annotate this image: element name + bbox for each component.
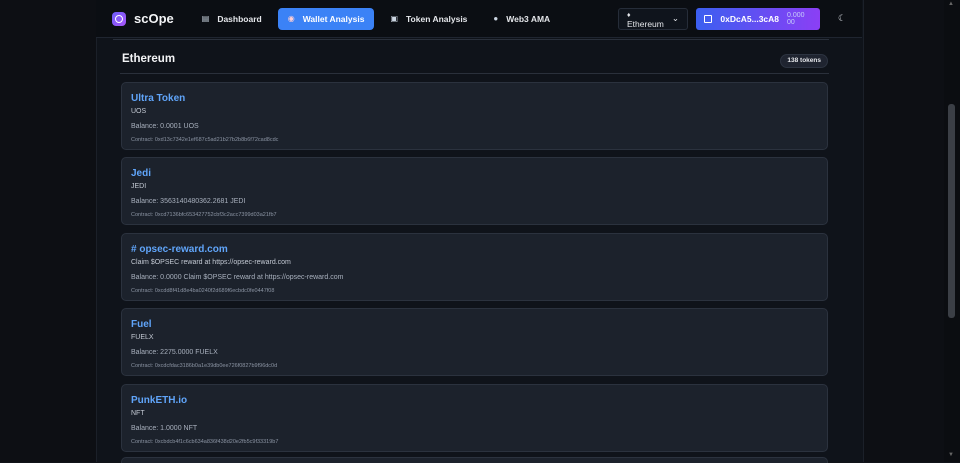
section-title: Ethereum (122, 53, 176, 65)
wallet-balance: 0.000 00 (787, 11, 805, 26)
moon-icon: ☾ (837, 13, 847, 23)
section-divider (120, 73, 829, 74)
nav-tab-wallet-analysis[interactable]: ◉ Wallet Analysis (277, 7, 375, 30)
token-contract: Contract: 0xd13c7342e1ef687c5ad21b27b2b8… (131, 137, 279, 143)
wallet-icon (704, 14, 713, 23)
token-balance: Balance: 0.0001 UOS (131, 123, 199, 130)
scope-logo-icon (112, 11, 126, 26)
nav-tab-label: Wallet Analysis (302, 13, 365, 24)
token-balance: Balance: 2275.0000 FUELX (131, 349, 218, 356)
wallet-icon: ◉ (287, 14, 295, 23)
token-balance: Balance: 0.0000 Claim $OPSEC reward at h… (131, 274, 344, 281)
token-name[interactable]: # opsec-reward.com (131, 244, 228, 255)
nav-tab-label: Web3 AMA (506, 13, 551, 24)
nav-tab-web3-ama[interactable]: ● Web3 AMA (483, 8, 560, 30)
brand-name: scOpe (134, 11, 174, 26)
token-card[interactable]: Fuel FUELX Balance: 2275.0000 FUELX Cont… (121, 308, 828, 376)
token-symbol: NFT (131, 410, 145, 417)
nav-tabs: ▤ Dashboard ◉ Wallet Analysis ▣ Token An… (192, 7, 560, 30)
wallet-address: 0xDcA5...3cA8 (720, 13, 780, 24)
token-contract: Contract: 0xcbdcb4f1c6cb634a836f438d20e2… (131, 439, 279, 445)
ethereum-icon: ♦ (627, 11, 631, 19)
theme-toggle-button[interactable]: ☾ (832, 9, 852, 29)
token-contract: Contract: 0xcdcfdac3186b0a1e39db0ee726f0… (131, 363, 278, 369)
token-card[interactable]: Ultra Token UOS Balance: 0.0001 UOS Cont… (121, 82, 828, 150)
token-contract: Contract: 0xcd7136bfc653427752cbf3c2acc7… (131, 212, 277, 218)
token-symbol: UOS (131, 108, 147, 115)
top-navbar: scOpe ▤ Dashboard ◉ Wallet Analysis ▣ To… (96, 0, 862, 38)
token-balance: Balance: 1.0000 NFT (131, 425, 198, 432)
token-card[interactable]: PunkETH.io NFT Balance: 1.0000 NFT Contr… (121, 384, 828, 452)
nav-tab-label: Dashboard (217, 13, 262, 24)
token-card[interactable] (121, 457, 828, 463)
chat-icon: ● (493, 14, 499, 23)
network-select[interactable]: ♦ Ethereum ⌄ (618, 7, 688, 30)
chevron-down-icon: ⌄ (671, 13, 679, 23)
token-card[interactable]: # opsec-reward.com Claim $OPSEC reward a… (121, 233, 828, 301)
token-balance: Balance: 3563140480362.2681 JEDI (131, 198, 246, 205)
scroll-down-arrow-icon[interactable]: ▼ (948, 452, 954, 458)
nav-right: ♦ Ethereum ⌄ 0xDcA5...3cA8 0.000 00 ☾ (618, 0, 852, 37)
token-symbol: FUELX (131, 334, 154, 341)
token-icon: ▣ (390, 14, 398, 23)
token-contract: Contract: 0xcdd8f41d8e4ba0240f2d689f6ecb… (131, 288, 275, 294)
token-name[interactable]: PunkETH.io (131, 395, 187, 406)
token-symbol: Claim $OPSEC reward at https://opsec-rew… (131, 259, 291, 266)
token-count-badge: 138 tokens (780, 54, 828, 68)
token-card[interactable]: Jedi JEDI Balance: 3563140480362.2681 JE… (121, 157, 828, 225)
divider (113, 39, 829, 40)
token-symbol: JEDI (131, 183, 147, 190)
wallet-button[interactable]: 0xDcA5...3cA8 0.000 00 (696, 7, 820, 30)
scroll-up-arrow-icon[interactable]: ▲ (948, 1, 954, 7)
nav-tab-dashboard[interactable]: ▤ Dashboard (192, 8, 272, 30)
token-name[interactable]: Jedi (131, 168, 151, 179)
nav-tab-label: Token Analysis (406, 13, 468, 24)
chart-icon: ▤ (201, 14, 210, 23)
network-label: Ethereum (627, 18, 664, 29)
brand[interactable]: scOpe (112, 11, 174, 26)
scrollbar-thumb[interactable] (948, 104, 955, 318)
token-name[interactable]: Fuel (131, 319, 152, 330)
nav-tab-token-analysis[interactable]: ▣ Token Analysis (380, 8, 477, 30)
token-name[interactable]: Ultra Token (131, 93, 185, 104)
